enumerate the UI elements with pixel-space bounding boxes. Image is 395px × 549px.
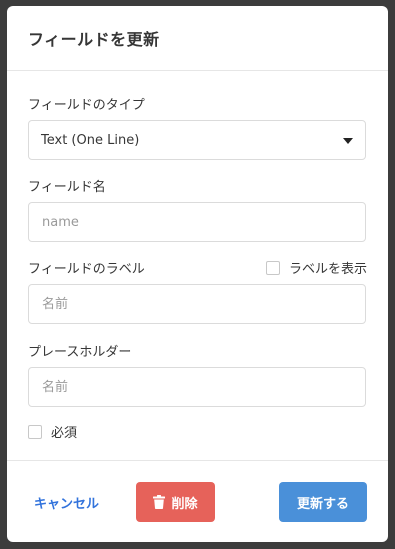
delete-button[interactable]: 削除 [136, 482, 215, 522]
cancel-button-label: キャンセル [34, 496, 100, 512]
placeholder-label: プレースホルダー [28, 345, 132, 360]
field-type-select[interactable]: Text (One Line) [28, 120, 366, 160]
show-label-checkbox[interactable] [266, 260, 280, 275]
update-field-modal: フィールドを更新 フィールドのタイプ Text (One Line) フィールド… [7, 6, 388, 542]
required-checkbox[interactable] [28, 424, 42, 439]
placeholder-input[interactable] [28, 367, 366, 407]
cancel-button[interactable]: キャンセル [34, 482, 99, 522]
required-checkbox-row[interactable]: 必須 [28, 422, 77, 441]
field-label-input[interactable] [28, 284, 366, 324]
modal-title: フィールドを更新 [28, 30, 160, 49]
update-button[interactable]: 更新する [279, 482, 367, 522]
modal-header: フィールドを更新 [7, 6, 388, 71]
footer-divider [7, 460, 388, 461]
delete-button-label: 削除 [171, 496, 198, 512]
required-checkbox-label: 必須 [51, 426, 78, 441]
show-label-checkbox-row[interactable]: ラベルを表示 [266, 258, 367, 277]
field-type-label: フィールドのタイプ [28, 98, 145, 113]
update-button-label: 更新する [296, 496, 349, 512]
field-name-label: フィールド名 [28, 180, 106, 195]
trash-icon [153, 495, 166, 509]
field-type-selected-value: Text (One Line) [41, 132, 140, 148]
field-name-input[interactable] [28, 202, 366, 242]
caret-down-icon [343, 138, 353, 144]
show-label-checkbox-label: ラベルを表示 [289, 262, 368, 277]
field-label-label: フィールドのラベル [28, 262, 145, 277]
